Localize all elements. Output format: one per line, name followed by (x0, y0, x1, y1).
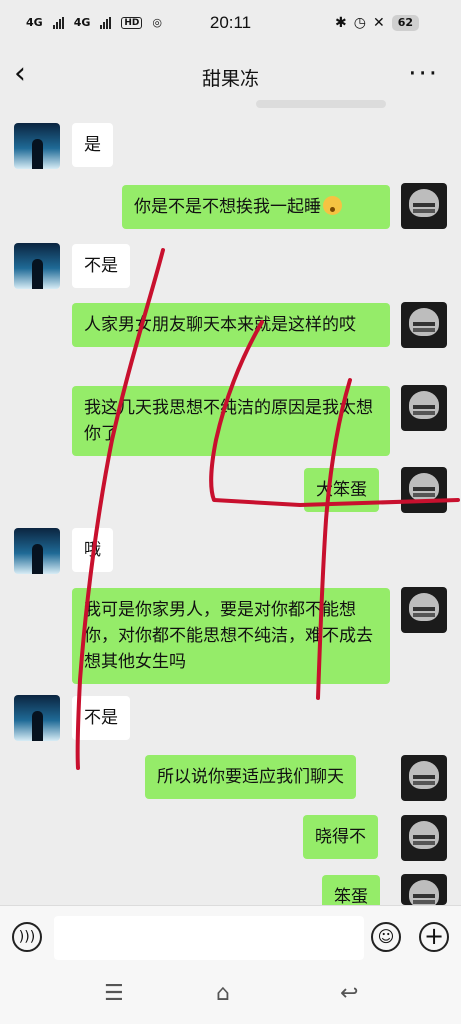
status-right: ✱ ◷ ✕ 62 (335, 15, 419, 31)
user-avatar[interactable] (401, 385, 447, 431)
user-avatar[interactable] (401, 302, 447, 348)
chat-header: ‹ 甜果冻 ··· (0, 48, 461, 104)
home-icon: ⌂ (216, 981, 230, 1006)
alarm-icon: ◷ (353, 15, 366, 31)
message-text: 不是 (84, 708, 118, 728)
message-text: 晓得不 (315, 827, 366, 847)
message-bubble-right[interactable]: 我可是你家男人，要是对你都不能想你，对你都不能思想不纯洁，难不成去想其他女生吗 (72, 588, 390, 684)
message-bubble-right[interactable]: 大笨蛋 (304, 468, 379, 512)
message-text: 是 (84, 135, 101, 155)
message-bubble-left[interactable]: 不是 (72, 244, 130, 288)
user-avatar[interactable] (401, 874, 447, 905)
plus-icon: + (423, 922, 445, 950)
message-bubble-right[interactable]: 所以说你要适应我们聊天 (145, 755, 356, 799)
message-text: 我这几天我思想不纯洁的原因是我太想你了 (84, 398, 373, 444)
back-nav-button[interactable]: ↩ (340, 981, 358, 1006)
contact-avatar[interactable] (14, 695, 60, 741)
message-text: 人家男女朋友聊天本来就是这样的哎 (84, 315, 356, 335)
bluetooth-icon: ✱ (335, 15, 347, 31)
message-text: 我可是你家男人，要是对你都不能想你，对你都不能思想不纯洁，难不成去想其他女生吗 (84, 600, 373, 672)
message-text: 你是不是不想挨我一起睡 (134, 197, 321, 217)
voice-button[interactable]: ))) (12, 922, 42, 952)
contact-avatar[interactable] (14, 528, 60, 574)
mute-icon: ✕ (372, 15, 385, 31)
menu-nav-button[interactable]: ☰ (104, 981, 124, 1006)
user-avatar[interactable] (401, 815, 447, 861)
message-bubble-left[interactable]: 哦 (72, 528, 113, 572)
emoji-icon: ☺ (377, 927, 395, 946)
message-text: 不是 (84, 256, 118, 276)
message-bubble-left[interactable]: 是 (72, 123, 113, 167)
message-text: 所以说你要适应我们聊天 (157, 767, 344, 787)
emoji-button[interactable]: ☺ (371, 922, 401, 952)
user-avatar[interactable] (401, 755, 447, 801)
user-avatar[interactable] (401, 467, 447, 513)
message-input[interactable] (54, 916, 364, 960)
message-bubble-right[interactable]: 笨蛋 (322, 875, 380, 905)
message-text: 大笨蛋 (316, 480, 367, 500)
back-nav-icon: ↩ (340, 981, 359, 1006)
message-bubble-right[interactable]: 晓得不 (303, 815, 378, 859)
flushed-face-emoji-icon (323, 196, 342, 215)
message-bubble-right[interactable]: 人家男女朋友聊天本来就是这样的哎 (72, 303, 390, 347)
message-text: 哦 (84, 540, 101, 560)
message-text: 笨蛋 (334, 887, 368, 905)
user-avatar[interactable] (401, 183, 447, 229)
chat-title: 甜果冻 (201, 69, 259, 90)
plus-button[interactable]: + (419, 922, 449, 952)
contact-avatar[interactable] (14, 243, 60, 289)
status-bar: 4G 4G HD ◎ 20:11 ✱ ◷ ✕ 62 (0, 0, 461, 48)
message-bubble-left[interactable]: 不是 (72, 696, 130, 740)
menu-icon: ☰ (104, 981, 124, 1006)
more-button[interactable]: ··· (408, 54, 439, 94)
battery-badge: 62 (391, 15, 419, 31)
voice-icon: ))) (18, 929, 36, 945)
message-bubble-right[interactable]: 我这几天我思想不纯洁的原因是我太想你了 (72, 386, 390, 456)
scroll-hint-bar (256, 100, 386, 108)
message-bubble-right[interactable]: 你是不是不想挨我一起睡 (122, 185, 390, 229)
handwritten-annotation (75, 248, 460, 770)
input-bar: ))) ☺ + (0, 905, 461, 968)
home-nav-button[interactable]: ⌂ (216, 981, 230, 1006)
more-dots-icon: ··· (408, 59, 439, 89)
contact-avatar[interactable] (14, 123, 60, 169)
system-nav-bar: ☰ ⌂ ↩ (0, 967, 461, 1024)
user-avatar[interactable] (401, 587, 447, 633)
